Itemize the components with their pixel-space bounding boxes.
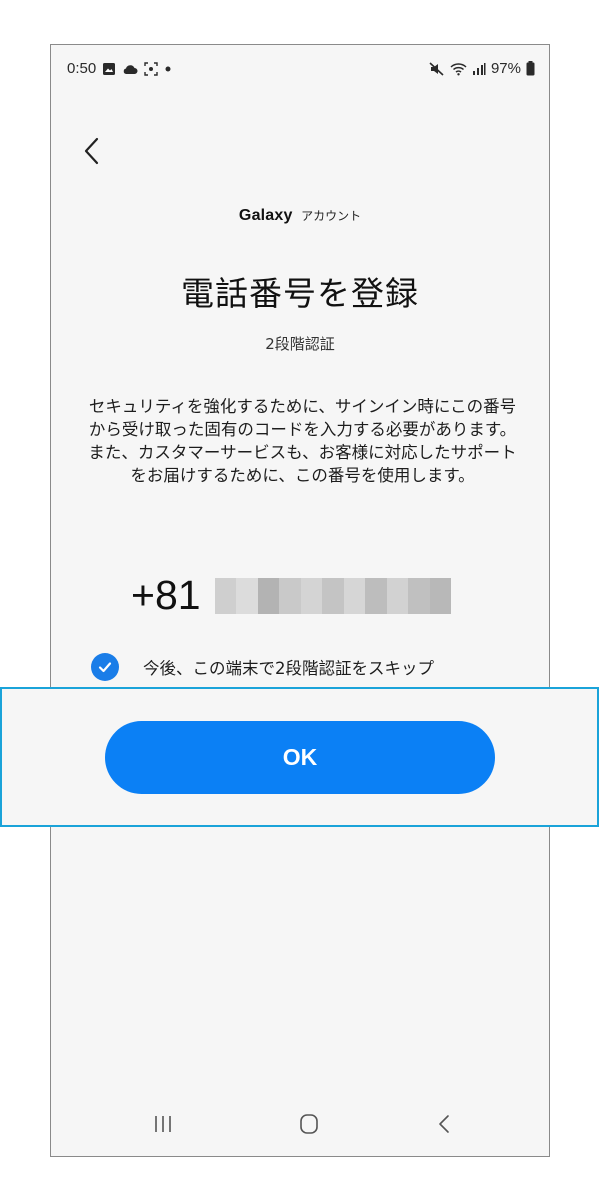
page-subtitle: 2段階認証 xyxy=(265,335,335,353)
chevron-left-icon xyxy=(84,137,99,165)
phone-number-display: +81 xyxy=(131,572,452,619)
back-button[interactable] xyxy=(77,131,107,171)
recent-apps-button[interactable] xyxy=(141,1104,185,1144)
status-right: 97% xyxy=(429,60,535,77)
nav-back-button[interactable] xyxy=(423,1104,467,1144)
brand-line: Galaxy アカウント xyxy=(51,207,549,225)
mute-icon xyxy=(429,61,445,76)
brand-name: Galaxy xyxy=(238,207,293,224)
battery-icon xyxy=(526,61,535,76)
signal-icon xyxy=(472,62,486,76)
recent-apps-icon xyxy=(155,1116,171,1132)
home-button[interactable] xyxy=(287,1104,331,1144)
status-time: 0:50 xyxy=(67,60,97,77)
system-nav-bar xyxy=(51,1092,549,1156)
home-icon xyxy=(300,1114,318,1134)
status-left: 0:50 xyxy=(67,60,172,77)
ok-button[interactable]: OK xyxy=(105,721,495,794)
country-code: +81 xyxy=(131,572,201,618)
dot-icon xyxy=(164,65,172,73)
screenshot-icon xyxy=(144,61,158,76)
battery-percentage: 97% xyxy=(490,60,521,77)
skip-2fa-checkbox[interactable] xyxy=(91,653,119,681)
skip-2fa-label: 今後、この端末で2段階認証をスキップ xyxy=(143,659,434,678)
masked-phone-number xyxy=(214,577,452,614)
gallery-icon xyxy=(102,62,116,76)
cloud-icon xyxy=(122,63,138,75)
brand-suffix: アカウント xyxy=(301,209,362,223)
description-text: セキュリティを強化するために、サインイン時にこの番号から受け取った固有のコードを… xyxy=(88,397,517,485)
status-bar: 0:50 97% xyxy=(51,45,549,93)
skip-2fa-option[interactable]: 今後、この端末で2段階認証をスキップ xyxy=(91,653,434,681)
checkmark-icon xyxy=(98,662,112,673)
phone-screen: 0:50 97% Galaxy アカウント 電話番号を登録 2段階認証 セキュリ… xyxy=(50,44,550,1157)
page-title: 電話番号を登録 xyxy=(181,274,419,313)
wifi-icon xyxy=(450,62,467,76)
back-icon xyxy=(439,1115,449,1133)
